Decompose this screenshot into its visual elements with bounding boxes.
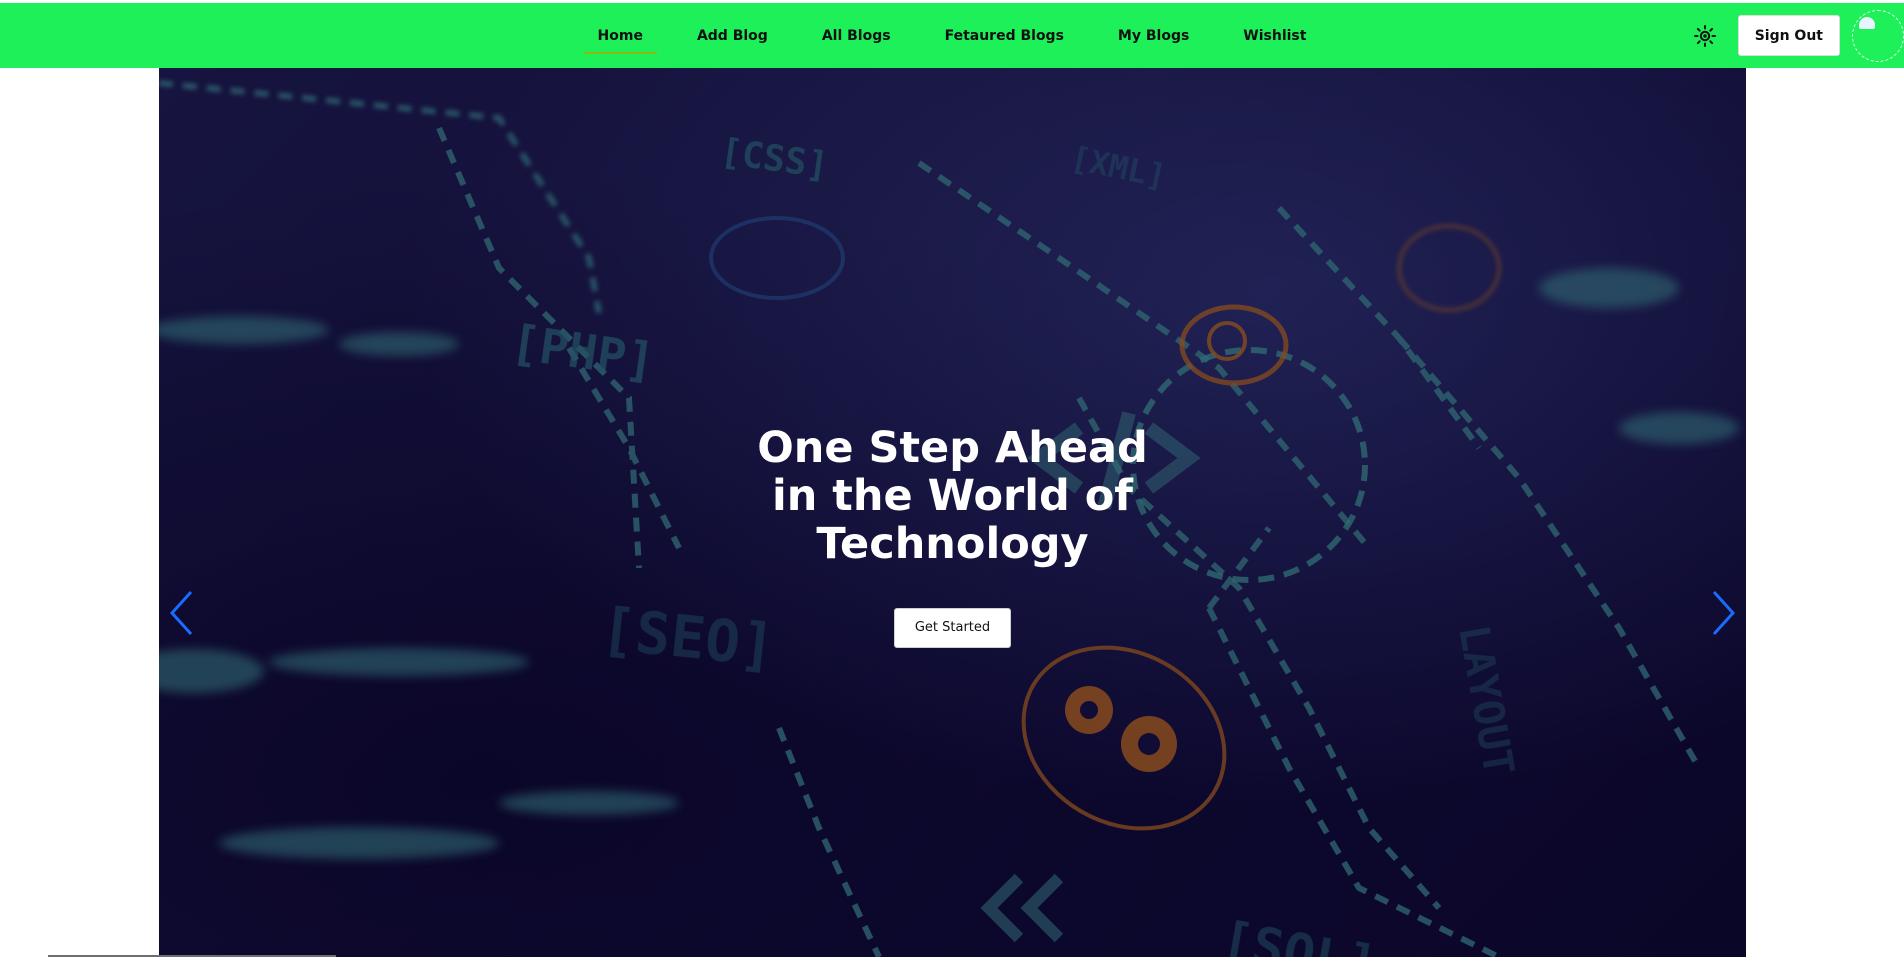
get-started-button[interactable]: Get Started <box>893 607 1012 648</box>
chevron-left-icon <box>169 590 193 636</box>
nav-link-add-blog[interactable]: Add Blog <box>683 22 782 50</box>
chevron-right-icon <box>1712 590 1736 636</box>
nav-link-featured-blogs[interactable]: Fetaured Blogs <box>931 22 1078 50</box>
nav-link-home[interactable]: Home <box>583 22 658 54</box>
sun-icon <box>1693 24 1716 47</box>
hero-carousel: [CSS] [XML] [PHP] [SEO] [SQL] LAYOUT One… <box>159 68 1746 957</box>
user-avatar[interactable] <box>1852 9 1904 62</box>
theme-toggle-button[interactable] <box>1692 23 1718 49</box>
nav-link-wishlist[interactable]: Wishlist <box>1229 22 1320 50</box>
carousel-next-button[interactable] <box>1708 588 1738 638</box>
sign-out-button[interactable]: Sign Out <box>1737 15 1840 56</box>
carousel-prev-button[interactable] <box>167 588 197 638</box>
nav-link-my-blogs[interactable]: My Blogs <box>1104 22 1203 50</box>
hero-content: One Step Ahead in the World of Technolog… <box>159 68 1746 957</box>
top-navbar: Home Add Blog All Blogs Fetaured Blogs M… <box>0 3 1904 68</box>
nav-links: Home Add Blog All Blogs Fetaured Blogs M… <box>0 3 1904 68</box>
nav-right-actions: Sign Out <box>1692 3 1904 68</box>
hero-title: One Step Ahead in the World of Technolog… <box>757 422 1148 569</box>
nav-link-all-blogs[interactable]: All Blogs <box>808 22 905 50</box>
